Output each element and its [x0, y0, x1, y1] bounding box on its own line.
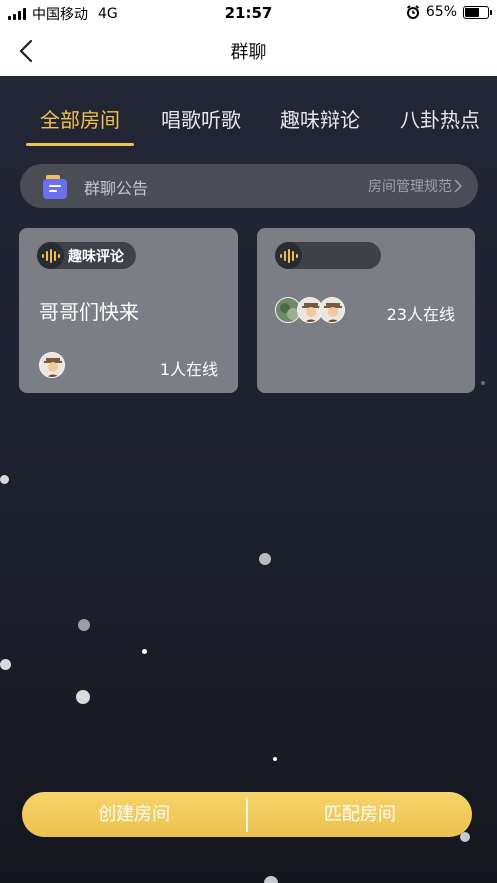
room-tag: 趣味评论: [37, 242, 136, 269]
status-right: 65%: [406, 4, 492, 20]
room-title: 哥哥们快来: [39, 300, 139, 324]
decor-dot: [259, 553, 271, 565]
online-count: 23人在线: [386, 305, 455, 324]
bottom-action-bar: 创建房间 匹配房间: [22, 792, 472, 837]
nav-bar: 群聊: [0, 26, 497, 76]
active-tab-indicator: [26, 143, 134, 146]
status-bar: 中国移动 4G 21:57 65%: [0, 0, 497, 26]
decor-dot: [0, 659, 11, 670]
decor-dot: [264, 876, 278, 883]
room-tag: [275, 242, 381, 269]
decor-dot: [0, 475, 9, 484]
decor-dot: [76, 690, 90, 704]
decor-dot: [273, 757, 277, 761]
sound-wave-icon: [275, 242, 302, 269]
notice-title: 群聊公告: [84, 179, 149, 198]
alarm-icon: [406, 5, 419, 19]
room-list-screen: 全部房间 唱歌听歌 趣味辩论 八卦热点 群聊公告 房间管理规范 趣味评论 哥哥们…: [0, 76, 497, 883]
page-title: 群聊: [230, 42, 267, 63]
chevron-right-icon: [454, 179, 462, 193]
room-card[interactable]: 趣味评论 哥哥们快来 1人在线: [19, 228, 238, 393]
create-room-button[interactable]: 创建房间: [22, 792, 246, 837]
battery-percent: 65%: [425, 4, 457, 20]
tab-debate[interactable]: 趣味辩论: [280, 104, 360, 133]
room-tag-label: 趣味评论: [68, 248, 124, 265]
sound-wave-icon: [37, 242, 64, 269]
tab-all-rooms[interactable]: 全部房间: [40, 104, 120, 133]
battery-icon: [463, 5, 492, 19]
tab-singing[interactable]: 唱歌听歌: [161, 104, 241, 133]
decor-dot: [142, 649, 147, 654]
decor-dot: [78, 619, 90, 631]
decor-dot: [481, 381, 485, 385]
avatar: [319, 297, 345, 323]
avatar: [39, 352, 65, 378]
announcement-icon: [43, 175, 67, 199]
room-rules-link[interactable]: 房间管理规范: [368, 176, 452, 196]
group-notice-bar[interactable]: 群聊公告 房间管理规范: [20, 164, 478, 208]
online-count: 1人在线: [159, 360, 218, 379]
room-card[interactable]: 23人在线: [257, 228, 475, 393]
match-room-button[interactable]: 匹配房间: [248, 792, 472, 837]
tab-gossip[interactable]: 八卦热点: [400, 104, 480, 133]
